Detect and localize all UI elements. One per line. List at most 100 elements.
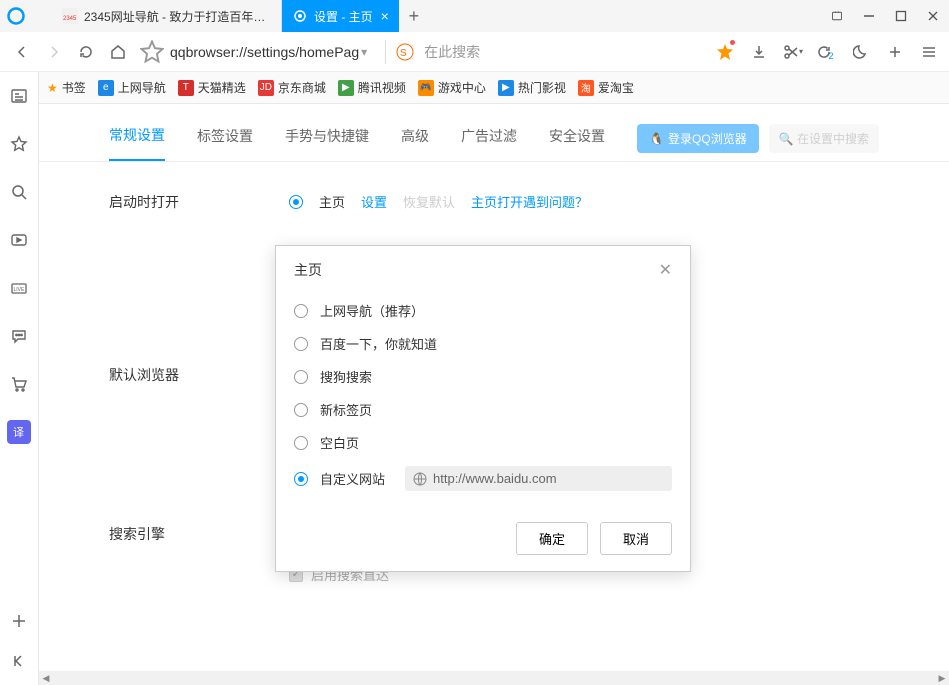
moon-icon[interactable] [849,38,873,66]
sidebar-collapse-icon[interactable] [7,649,31,673]
setting-label: 默认浏览器 [109,365,289,484]
sidebar-video-icon[interactable] [7,228,31,252]
bookmarks-label[interactable]: ★书签 [47,79,86,96]
sidebar-cart-icon[interactable] [7,372,31,396]
bookmarks-bar: ★书签 e上网导航 T天猫精选 JD京东商城 ▶腾讯视频 🎮游戏中心 ▶热门影视… [39,72,949,104]
sidebar-add-icon[interactable] [7,609,31,633]
site-icon: 🎮 [418,80,434,96]
tab-close-icon[interactable]: × [381,8,389,24]
plus-icon[interactable] [883,38,907,66]
radio-label: 百度一下，你就知道 [320,334,437,353]
radio-blank[interactable] [294,436,308,450]
modal-close-button[interactable]: ✕ [659,260,672,280]
homepage-modal: 主页 ✕ 上网导航（推荐） 百度一下，你就知道 搜狗搜索 新标签页 空白页 自定… [275,245,691,572]
refresh-restore-icon[interactable]: 2 [815,38,839,66]
tab-title: 设置 - 主页 [314,8,373,25]
setting-startup: 启动时打开 主页 设置 恢复默认 主页打开遇到问题？ [109,192,879,225]
new-tab-button[interactable]: + [399,0,429,32]
window-controls [821,0,949,32]
horizontal-scrollbar[interactable]: ◀ ▶ [39,671,949,685]
radio-label: 搜狗搜索 [320,367,372,386]
link-restore-default[interactable]: 恢复默认 [403,192,455,211]
site-icon: JD [258,80,274,96]
bookmark-item[interactable]: T天猫精选 [178,79,246,96]
svg-text:2345: 2345 [63,16,77,22]
site-icon: T [178,80,194,96]
site-icon: 淘 [578,80,594,96]
url-text[interactable]: qqbrowser://settings/homePag [170,44,359,60]
radio-baidu[interactable] [294,337,308,351]
tab-2345[interactable]: 2345 2345网址导航 - 致力于打造百年品牌 [52,0,282,32]
setting-label: 启动时打开 [109,192,289,225]
tab-favicon-settings [292,8,308,24]
radio-newtab[interactable] [294,403,308,417]
back-button[interactable] [8,38,36,66]
scissors-icon[interactable]: ▾ [781,38,805,66]
sidebar-news-icon[interactable] [7,84,31,108]
qzone-icon[interactable] [713,38,737,66]
sidebar-search-icon[interactable] [7,180,31,204]
radio-nav-recommended[interactable] [294,304,308,318]
settings-tab-advanced[interactable]: 高级 [401,126,429,160]
tab-strip: 2345 2345网址导航 - 致力于打造百年品牌 设置 - 主页 × + [52,0,429,32]
radio-custom[interactable] [294,472,308,486]
sidebar-live-icon[interactable]: LIVE [7,276,31,300]
login-qq-button[interactable]: 🐧登录QQ浏览器 [637,124,759,153]
scroll-right-icon[interactable]: ▶ [935,671,949,685]
settings-tab-tabs[interactable]: 标签设置 [197,126,253,160]
maximize-button[interactable] [885,0,917,32]
svg-text:译: 译 [13,426,24,439]
bookmark-item[interactable]: JD京东商城 [258,79,326,96]
extension-icon[interactable] [821,0,853,32]
url-dropdown-icon[interactable]: ▾ [361,45,367,59]
globe-icon [413,472,427,486]
search-input[interactable]: 在此搜索 [424,42,709,62]
site-icon: e [98,80,114,96]
bookmark-item[interactable]: e上网导航 [98,79,166,96]
bookmark-item[interactable]: 🎮游戏中心 [418,79,486,96]
sidebar-translate-icon[interactable]: 译 [7,420,31,444]
modal-title: 主页 [294,260,322,280]
link-set-homepage[interactable]: 设置 [361,192,387,211]
svg-text:S: S [400,48,407,59]
link-homepage-help[interactable]: 主页打开遇到问题？ [471,192,588,211]
settings-tab-adblock[interactable]: 广告过滤 [461,126,517,160]
radio-label: 主页 [319,192,345,211]
bookmark-item[interactable]: 淘爱淘宝 [578,79,634,96]
tab-favicon-2345: 2345 [62,8,78,24]
settings-search-input[interactable]: 🔍 在设置中搜索 [769,124,879,153]
menu-icon[interactable] [917,38,941,66]
radio-label: 空白页 [320,433,359,452]
reload-button[interactable] [72,38,100,66]
bookmark-item[interactable]: ▶热门影视 [498,79,566,96]
search-engine-sogou-icon[interactable]: S [396,43,414,61]
close-button[interactable] [917,0,949,32]
radio-sogou[interactable] [294,370,308,384]
setting-label: 搜索引擎 [109,524,289,594]
left-sidebar: LIVE 译 [0,72,39,685]
tab-settings[interactable]: 设置 - 主页 × [282,0,399,32]
titlebar: 2345 2345网址导航 - 致力于打造百年品牌 设置 - 主页 × + [0,0,949,32]
modal-cancel-button[interactable]: 取消 [600,522,672,555]
bookmark-star-icon[interactable] [140,40,164,64]
modal-ok-button[interactable]: 确定 [516,522,588,555]
custom-url-input[interactable]: http://www.baidu.com [405,466,672,491]
radio-homepage[interactable] [289,195,303,209]
settings-tab-security[interactable]: 安全设置 [549,126,605,160]
settings-nav: 常规设置 标签设置 手势与快捷键 高级 广告过滤 安全设置 🐧登录QQ浏览器 🔍… [39,104,949,162]
home-button[interactable] [104,38,132,66]
settings-tab-gestures[interactable]: 手势与快捷键 [285,126,369,160]
sidebar-star-icon[interactable] [7,132,31,156]
app-icon [0,0,32,32]
custom-url-value: http://www.baidu.com [433,471,557,486]
scroll-left-icon[interactable]: ◀ [39,671,53,685]
radio-label: 新标签页 [320,400,372,419]
radio-label: 自定义网站 [320,469,385,488]
minimize-button[interactable] [853,0,885,32]
site-icon: ▶ [498,80,514,96]
bookmark-item[interactable]: ▶腾讯视频 [338,79,406,96]
settings-tab-general[interactable]: 常规设置 [109,125,165,161]
forward-button[interactable] [40,38,68,66]
download-icon[interactable] [747,38,771,66]
sidebar-chat-icon[interactable] [7,324,31,348]
